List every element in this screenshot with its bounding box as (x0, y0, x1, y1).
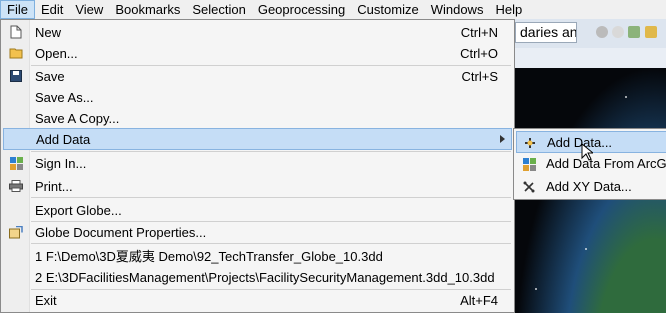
add-data-icon (522, 135, 538, 151)
menu-bar: File Edit View Bookmarks Selection Geopr… (0, 0, 666, 19)
menu-item-label: Export Globe... (35, 202, 122, 218)
add-data-submenu: Add Data... Add Data From ArcGI Add XY D… (513, 128, 666, 200)
star (585, 248, 587, 250)
menu-item-label: Exit (35, 292, 57, 308)
shortcut-label: Alt+F4 (460, 292, 498, 308)
layer-dropdown[interactable]: daries anc (515, 22, 577, 43)
shortcut-label: Ctrl+O (460, 45, 498, 61)
submenu-item-label: Add Data... (547, 135, 613, 150)
menu-item-print[interactable]: Print... (3, 175, 512, 197)
xy-data-icon (521, 179, 537, 195)
menu-item-label: Globe Document Properties... (35, 224, 207, 240)
menu-item-add-data[interactable]: Add Data (3, 128, 512, 150)
file-menu: New Ctrl+N Open... Ctrl+O Save Ctrl+S Sa… (0, 19, 515, 313)
shortcut-label: Ctrl+N (460, 24, 498, 40)
menu-bookmarks[interactable]: Bookmarks (109, 0, 186, 19)
shortcut-label: Ctrl+S (461, 68, 498, 84)
menu-item-label: 1 F:\Demo\3D夏威夷 Demo\92_TechTransfer_Glo… (35, 248, 383, 264)
tool-icon[interactable] (612, 26, 624, 38)
menu-item-document-properties[interactable]: Globe Document Properties... (3, 221, 512, 243)
menu-item-label: Save (35, 68, 65, 84)
mouse-cursor-icon (581, 143, 593, 161)
folder-icon[interactable] (645, 26, 657, 38)
menu-item-open[interactable]: Open... Ctrl+O (3, 42, 512, 64)
menu-item-new[interactable]: New Ctrl+N (3, 21, 512, 43)
menu-item-save-as[interactable]: Save As... (3, 86, 512, 108)
menu-help[interactable]: Help (489, 0, 528, 19)
menu-item-label: New (35, 24, 62, 40)
menu-item-sign-in[interactable]: Sign In... (3, 152, 512, 174)
menu-windows[interactable]: Windows (425, 0, 490, 19)
submenu-arrow-icon (500, 135, 505, 143)
open-folder-icon (8, 45, 24, 61)
menu-item-export-globe[interactable]: Export Globe... (3, 199, 512, 221)
menu-view[interactable]: View (69, 0, 109, 19)
layer-icon[interactable] (628, 26, 640, 38)
new-document-icon (8, 24, 24, 40)
menu-selection[interactable]: Selection (186, 0, 251, 19)
menu-item-label: Save A Copy... (35, 110, 120, 126)
save-disk-icon (8, 68, 24, 84)
tool-icon[interactable] (596, 26, 608, 38)
menu-item-recent-2[interactable]: 2 E:\3DFacilitiesManagement\Projects\Fac… (3, 266, 512, 288)
star (535, 288, 537, 290)
menu-geoprocessing[interactable]: Geoprocessing (252, 0, 351, 19)
menu-item-recent-1[interactable]: 1 F:\Demo\3D夏威夷 Demo\92_TechTransfer_Glo… (3, 244, 512, 266)
sign-in-icon (8, 155, 24, 171)
arcgis-online-icon (521, 156, 537, 172)
menu-edit[interactable]: Edit (35, 0, 69, 19)
menu-item-save-copy[interactable]: Save A Copy... (3, 107, 512, 129)
menu-item-save[interactable]: Save Ctrl+S (3, 65, 512, 87)
printer-icon (8, 178, 24, 194)
submenu-item-label: Add XY Data... (546, 179, 632, 194)
menu-item-label: Add Data (36, 131, 91, 147)
menu-customize[interactable]: Customize (351, 0, 424, 19)
menu-separator (31, 197, 511, 198)
menu-item-label: Sign In... (35, 155, 87, 171)
menu-item-label: Save As... (35, 89, 94, 105)
menu-item-label: Print... (35, 178, 73, 194)
menu-file[interactable]: File (0, 0, 35, 19)
submenu-item-label: Add Data From ArcGI (546, 156, 666, 171)
submenu-item-add-xy-data[interactable]: Add XY Data... (516, 176, 666, 198)
menu-item-exit[interactable]: Exit Alt+F4 (3, 289, 512, 311)
star (625, 96, 627, 98)
menu-item-label: 2 E:\3DFacilitiesManagement\Projects\Fac… (35, 269, 495, 285)
menu-item-label: Open... (35, 45, 78, 61)
properties-icon (8, 224, 24, 240)
